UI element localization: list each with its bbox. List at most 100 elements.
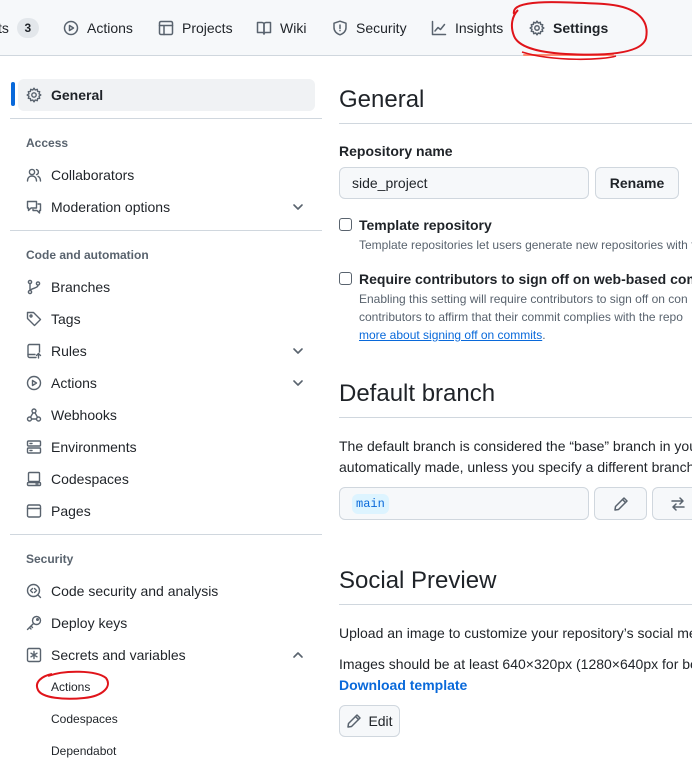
sidebar-item-label: Collaborators (51, 167, 135, 183)
sidebar-divider (10, 230, 322, 231)
sidebar-item-label: Rules (51, 343, 87, 359)
tab-wiki-label: Wiki (280, 20, 307, 36)
social-preview-desc-line-2: Images should be at least 640×320px (128… (339, 656, 692, 672)
sidebar-item-branches[interactable]: Branches (18, 271, 315, 303)
key-icon (26, 615, 42, 631)
sidebar-item-label: Environments (51, 439, 137, 455)
sidebar-item-label: Actions (51, 375, 97, 391)
sidebar-item-label: Secrets and variables (51, 647, 186, 663)
sidebar-item-codespaces[interactable]: Codespaces (18, 463, 315, 495)
tab-issues[interactable]: ts 3 (0, 0, 39, 56)
edit-social-preview-button[interactable]: Edit (339, 705, 400, 737)
repo-push-icon (27, 343, 42, 359)
sidebar-item-label: Code security and analysis (51, 583, 219, 599)
section-title-general: General (339, 86, 425, 113)
signoff-checkbox[interactable] (339, 272, 352, 285)
sidebar-item-label: General (51, 87, 104, 103)
tag-icon (26, 311, 42, 327)
template-repository-checkbox[interactable] (339, 218, 352, 231)
sidebar-item-environments[interactable]: Environments (18, 431, 315, 463)
tab-insights[interactable]: Insights (431, 0, 503, 56)
people-icon (26, 168, 42, 182)
tab-projects[interactable]: Projects (158, 0, 233, 56)
codescan-icon (26, 583, 42, 599)
tab-wiki[interactable]: Wiki (256, 0, 306, 56)
chevron-down-icon (293, 380, 303, 386)
template-repository-label: Template repository (359, 217, 492, 233)
sidebar-item-actions[interactable]: Actions (18, 367, 315, 399)
section-divider (339, 417, 692, 418)
repo-name-input[interactable] (339, 167, 589, 199)
sidebar-item-pages[interactable]: Pages (18, 495, 315, 527)
graph-icon (431, 20, 447, 36)
sidebar-item-code-security[interactable]: Code security and analysis (18, 575, 315, 607)
sidebar-item-label: Webhooks (51, 407, 117, 423)
book-icon (256, 21, 272, 35)
tab-security[interactable]: Security (332, 0, 407, 56)
repo-tab-nav: ts 3 Actions Projects Wiki Security Insi… (0, 0, 692, 56)
sidebar-item-label: Branches (51, 279, 111, 295)
arrow-switch-icon (671, 496, 685, 511)
signoff-period: . (542, 328, 546, 342)
tab-settings[interactable]: Settings (522, 0, 615, 56)
sidebar-item-label: Pages (51, 503, 91, 519)
sidebar-item-general[interactable]: General (18, 79, 315, 111)
sidebar-divider (10, 534, 322, 535)
section-title-default-branch: Default branch (339, 380, 496, 407)
default-branch-field: main (339, 487, 589, 520)
sidebar-heading-access: Access (26, 136, 69, 150)
chevron-down-icon (293, 348, 303, 354)
signoff-note-line-3: more about signing off on commits. (359, 326, 546, 344)
sidebar-item-tags[interactable]: Tags (18, 303, 315, 335)
play-icon (63, 20, 79, 36)
section-divider (339, 604, 692, 605)
sidebar-heading-security: Security (26, 552, 74, 566)
sidebar-item-webhooks[interactable]: Webhooks (18, 399, 315, 431)
tab-actions-label: Actions (87, 20, 133, 36)
server-icon (26, 440, 42, 454)
signoff-note-line-2: contributors to affirm that their commit… (359, 310, 683, 324)
play-icon (26, 375, 42, 391)
gear-icon (26, 87, 42, 103)
sidebar-subitem-codespaces[interactable]: Codespaces (51, 712, 118, 726)
asterisk-icon (26, 647, 42, 663)
rename-button-label: Rename (609, 175, 665, 191)
sidebar-item-label: Tags (51, 311, 81, 327)
sidebar-item-rules[interactable]: Rules (18, 335, 315, 367)
sidebar-item-deploy-keys[interactable]: Deploy keys (18, 607, 315, 639)
chevron-down-icon (293, 204, 303, 210)
tab-security-label: Security (356, 20, 407, 36)
sidebar-item-collaborators[interactable]: Collaborators (18, 159, 315, 191)
pencil-icon (347, 714, 362, 728)
template-repository-note: Template repositories let users generate… (359, 238, 692, 252)
rename-button[interactable]: Rename (595, 167, 679, 199)
download-template-link[interactable]: Download template (339, 677, 467, 693)
git-branch-icon (27, 279, 41, 295)
sidebar-item-moderation-options[interactable]: Moderation options (18, 191, 315, 223)
signoff-learn-more-link[interactable]: more about signing off on commits (359, 328, 542, 342)
default-branch-desc-line-1: The default branch is considered the “ba… (339, 438, 692, 454)
chevron-up-icon (293, 652, 303, 658)
sidebar-item-secrets-variables[interactable]: Secrets and variables (18, 639, 315, 671)
signoff-label: Require contributors to sign off on web-… (359, 271, 692, 287)
sidebar-item-label: Codespaces (51, 471, 129, 487)
section-divider (339, 123, 692, 124)
tab-projects-label: Projects (182, 20, 233, 36)
browser-icon (26, 504, 42, 518)
sidebar-subitem-actions[interactable]: Actions (51, 680, 90, 694)
tab-actions[interactable]: Actions (63, 0, 133, 56)
active-indicator (11, 82, 15, 106)
edit-button-label: Edit (368, 713, 393, 729)
rename-branch-button[interactable] (594, 487, 647, 520)
signoff-note-line-1: Enabling this setting will require contr… (359, 292, 688, 306)
gear-icon (529, 20, 545, 36)
switch-branch-button[interactable] (652, 487, 692, 520)
pencil-icon (613, 496, 628, 511)
issues-counter: 3 (16, 18, 39, 38)
table-icon (158, 20, 174, 36)
sidebar-item-label: Deploy keys (51, 615, 128, 631)
sidebar-subitem-dependabot[interactable]: Dependabot (51, 744, 116, 758)
repo-name-label: Repository name (339, 143, 453, 159)
branch-name-pill: main (352, 494, 389, 514)
tab-settings-label: Settings (553, 20, 609, 36)
